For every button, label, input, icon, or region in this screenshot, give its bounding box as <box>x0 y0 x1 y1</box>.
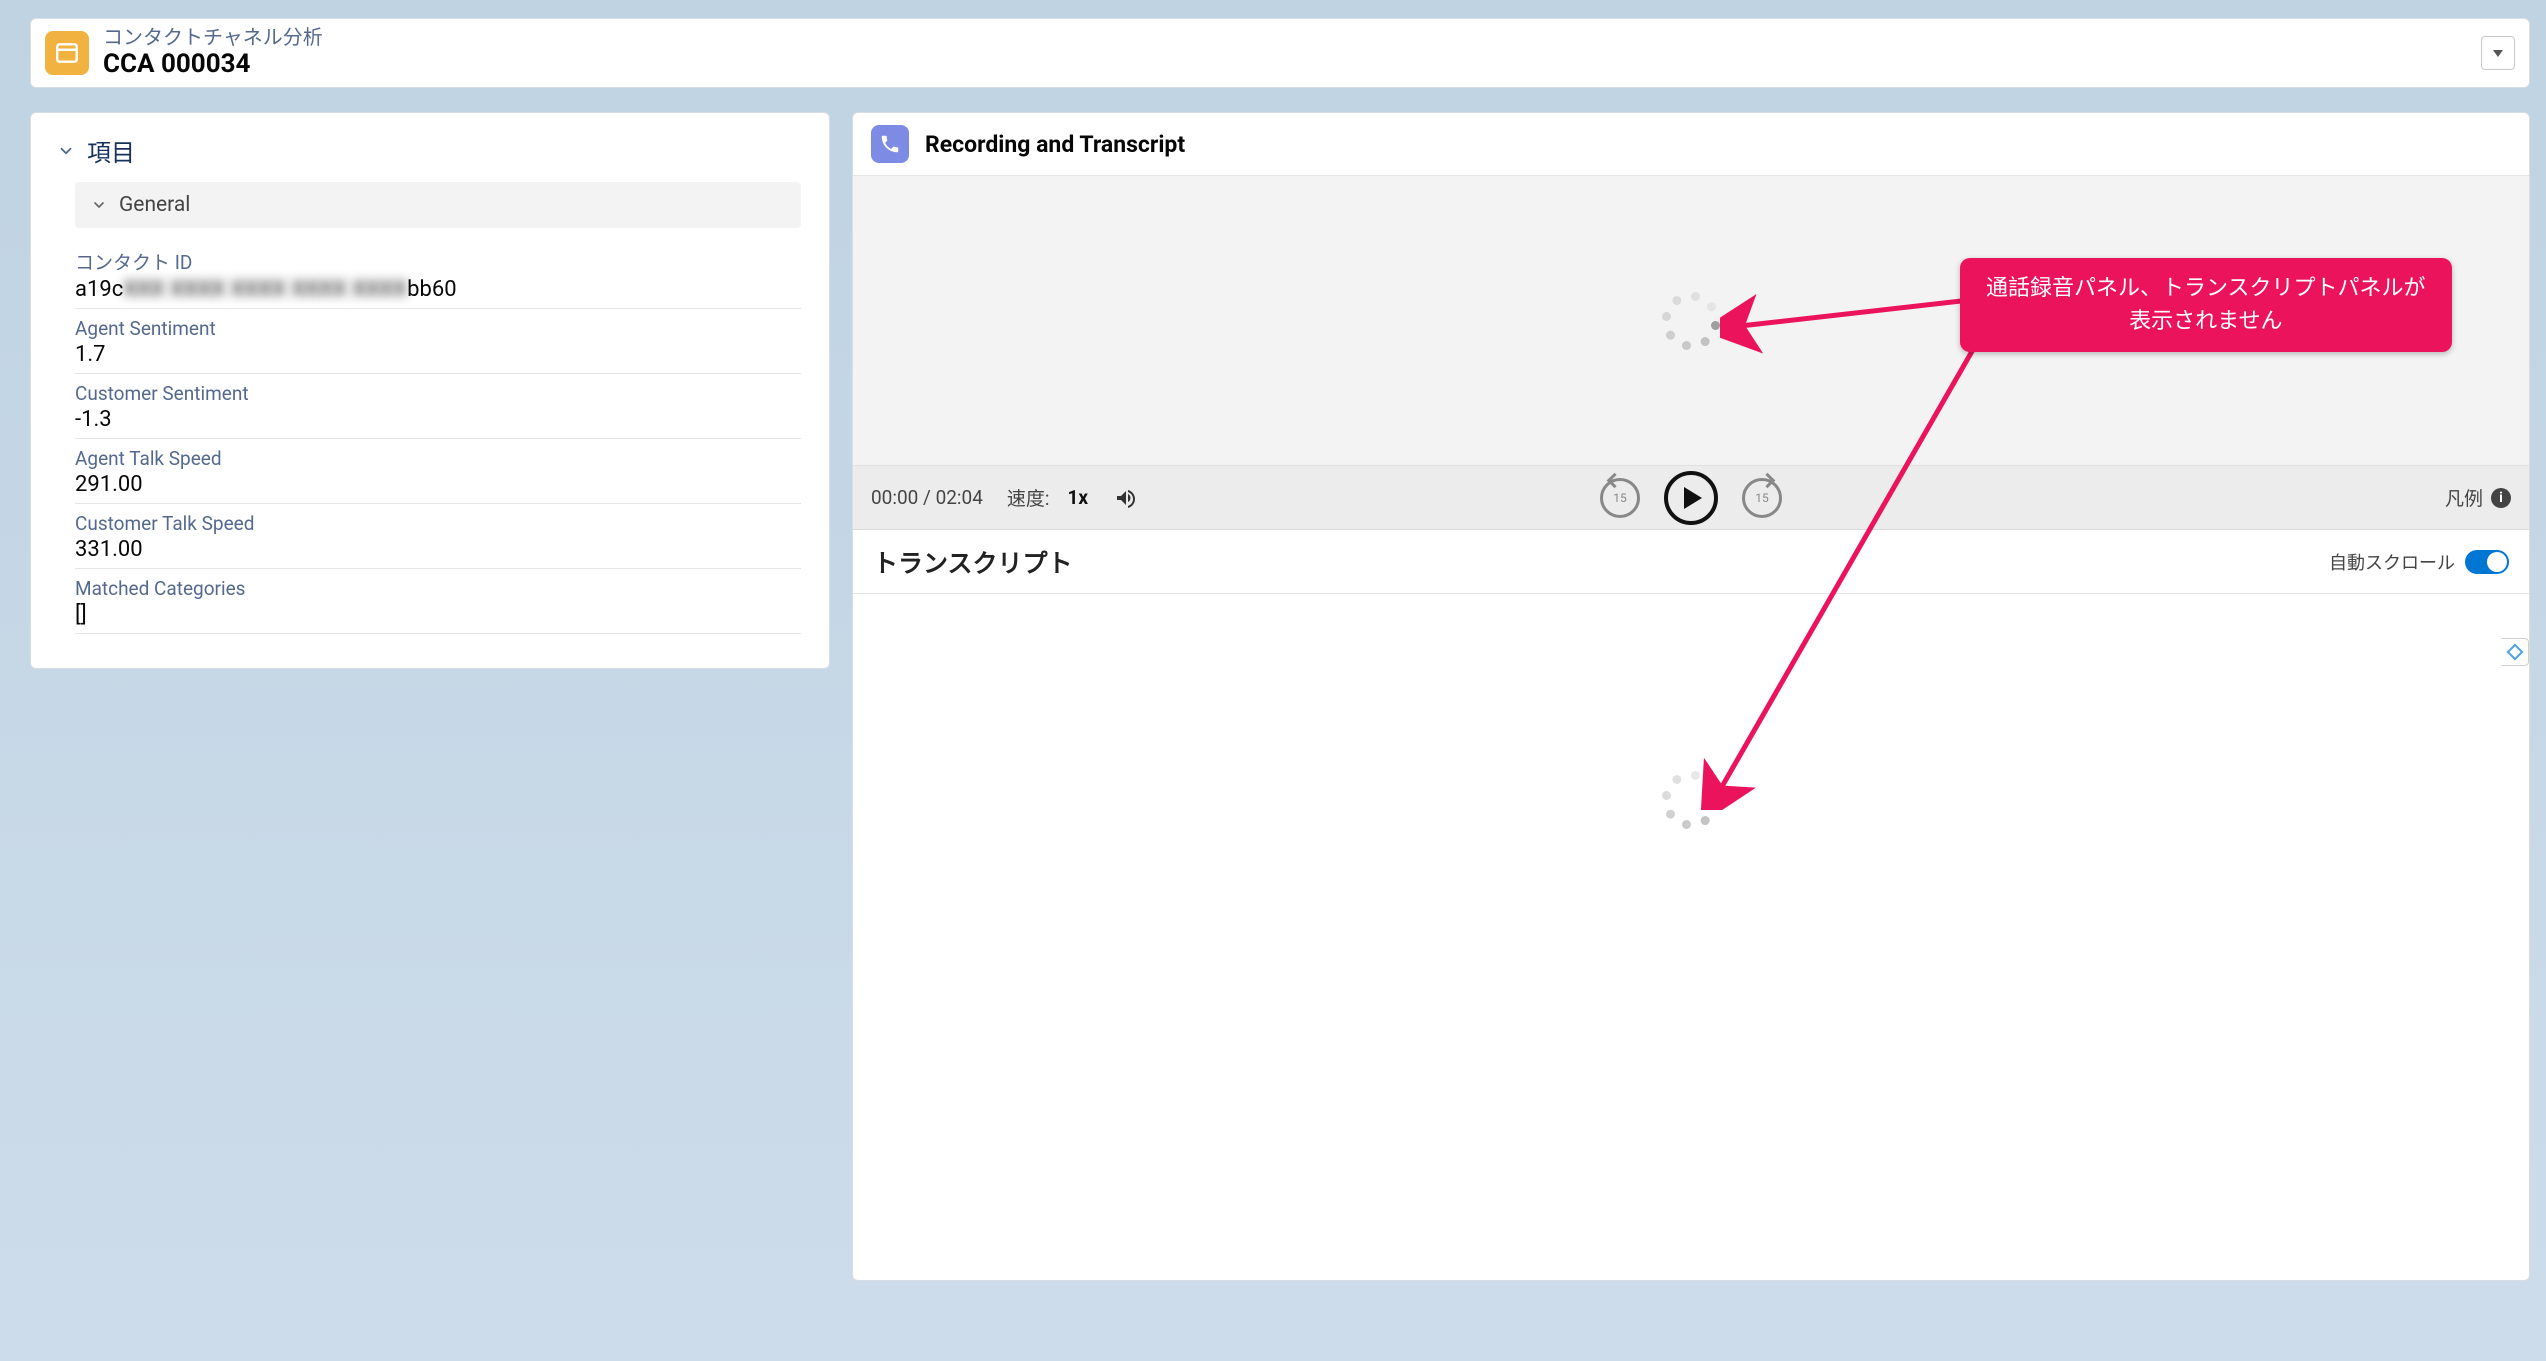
field-value: [] <box>75 600 801 627</box>
record-header: コンタクトチャネル分析 CCA 000034 <box>30 18 2530 88</box>
legend-toggle[interactable]: 凡例 i <box>2445 484 2511 511</box>
autoscroll-label: 自動スクロール <box>2329 549 2455 575</box>
diamond-icon <box>2506 644 2523 661</box>
field-label: コンタクト ID <box>75 248 801 275</box>
skip-forward-button[interactable]: 15 <box>1742 478 1782 518</box>
transcript-header: トランスクリプト 自動スクロール <box>853 530 2529 594</box>
general-group-toggle[interactable]: General <box>75 182 801 228</box>
phone-icon <box>871 125 909 163</box>
record-actions-menu-button[interactable] <box>2481 36 2515 70</box>
chevron-down-icon <box>57 142 75 160</box>
fields-section-title: 項目 <box>87 133 135 168</box>
field-label: Agent Sentiment <box>75 317 801 340</box>
chevron-down-icon <box>91 197 107 213</box>
player-bar: 00:00 / 02:04 速度: 1x 15 15 凡例 i <box>853 466 2529 530</box>
autoscroll-toggle[interactable] <box>2465 550 2509 574</box>
callout-line-1: 通話録音パネル、トランスクリプトパネルが <box>1986 272 2426 305</box>
callout-line-2: 表示されません <box>1986 305 2426 338</box>
loading-spinner-icon <box>1665 295 1717 347</box>
field-value: 1.7 <box>75 340 801 367</box>
legend-label: 凡例 <box>2445 484 2483 511</box>
field-contact-id: コンタクト ID a19cXXX XXXX XXXX XXXX XXXXbb60 <box>75 246 801 309</box>
panel-header: Recording and Transcript <box>853 113 2529 176</box>
volume-button[interactable] <box>1106 478 1146 518</box>
loading-spinner-icon <box>1665 774 1717 826</box>
player-speed-value[interactable]: 1x <box>1068 486 1089 509</box>
skip-forward-icon: 15 <box>1742 478 1782 518</box>
player-time: 00:00 / 02:04 <box>871 486 983 509</box>
record-icon <box>45 31 89 75</box>
field-value: a19cXXX XXXX XXXX XXXX XXXXbb60 <box>75 275 801 302</box>
field-matched-categories: Matched Categories [] <box>75 575 801 634</box>
field-value: 291.00 <box>75 470 801 497</box>
transcript-title: トランスクリプト <box>873 544 1073 580</box>
field-value: 331.00 <box>75 535 801 562</box>
field-agent-talk-speed: Agent Talk Speed 291.00 <box>75 445 801 504</box>
field-customer-sentiment: Customer Sentiment -1.3 <box>75 380 801 439</box>
field-customer-talk-speed: Customer Talk Speed 331.00 <box>75 510 801 569</box>
general-group-label: General <box>119 193 190 217</box>
annotation-callout: 通話録音パネル、トランスクリプトパネルが 表示されません <box>1960 258 2452 352</box>
fields-section-toggle[interactable]: 項目 <box>49 129 811 182</box>
field-value: -1.3 <box>75 405 801 432</box>
skip-back-button[interactable]: 15 <box>1600 478 1640 518</box>
field-agent-sentiment: Agent Sentiment 1.7 <box>75 315 801 374</box>
record-subtitle: コンタクトチャネル分析 <box>103 25 323 49</box>
field-label: Matched Categories <box>75 577 801 600</box>
field-label: Customer Talk Speed <box>75 512 801 535</box>
expand-handle[interactable] <box>2501 638 2529 666</box>
play-icon <box>1684 487 1702 509</box>
record-title: CCA 000034 <box>103 49 323 80</box>
info-icon: i <box>2491 488 2511 508</box>
transcript-body <box>853 594 2529 1280</box>
chevron-down-icon <box>2493 50 2503 57</box>
skip-back-icon: 15 <box>1600 478 1640 518</box>
player-speed-label: 速度: <box>1007 484 1050 511</box>
panel-title: Recording and Transcript <box>925 131 1185 158</box>
field-label: Customer Sentiment <box>75 382 801 405</box>
field-label: Agent Talk Speed <box>75 447 801 470</box>
fields-panel: 項目 General コンタクト ID a19cXXX XXXX XXXX XX… <box>30 112 830 669</box>
play-button[interactable] <box>1664 471 1718 525</box>
